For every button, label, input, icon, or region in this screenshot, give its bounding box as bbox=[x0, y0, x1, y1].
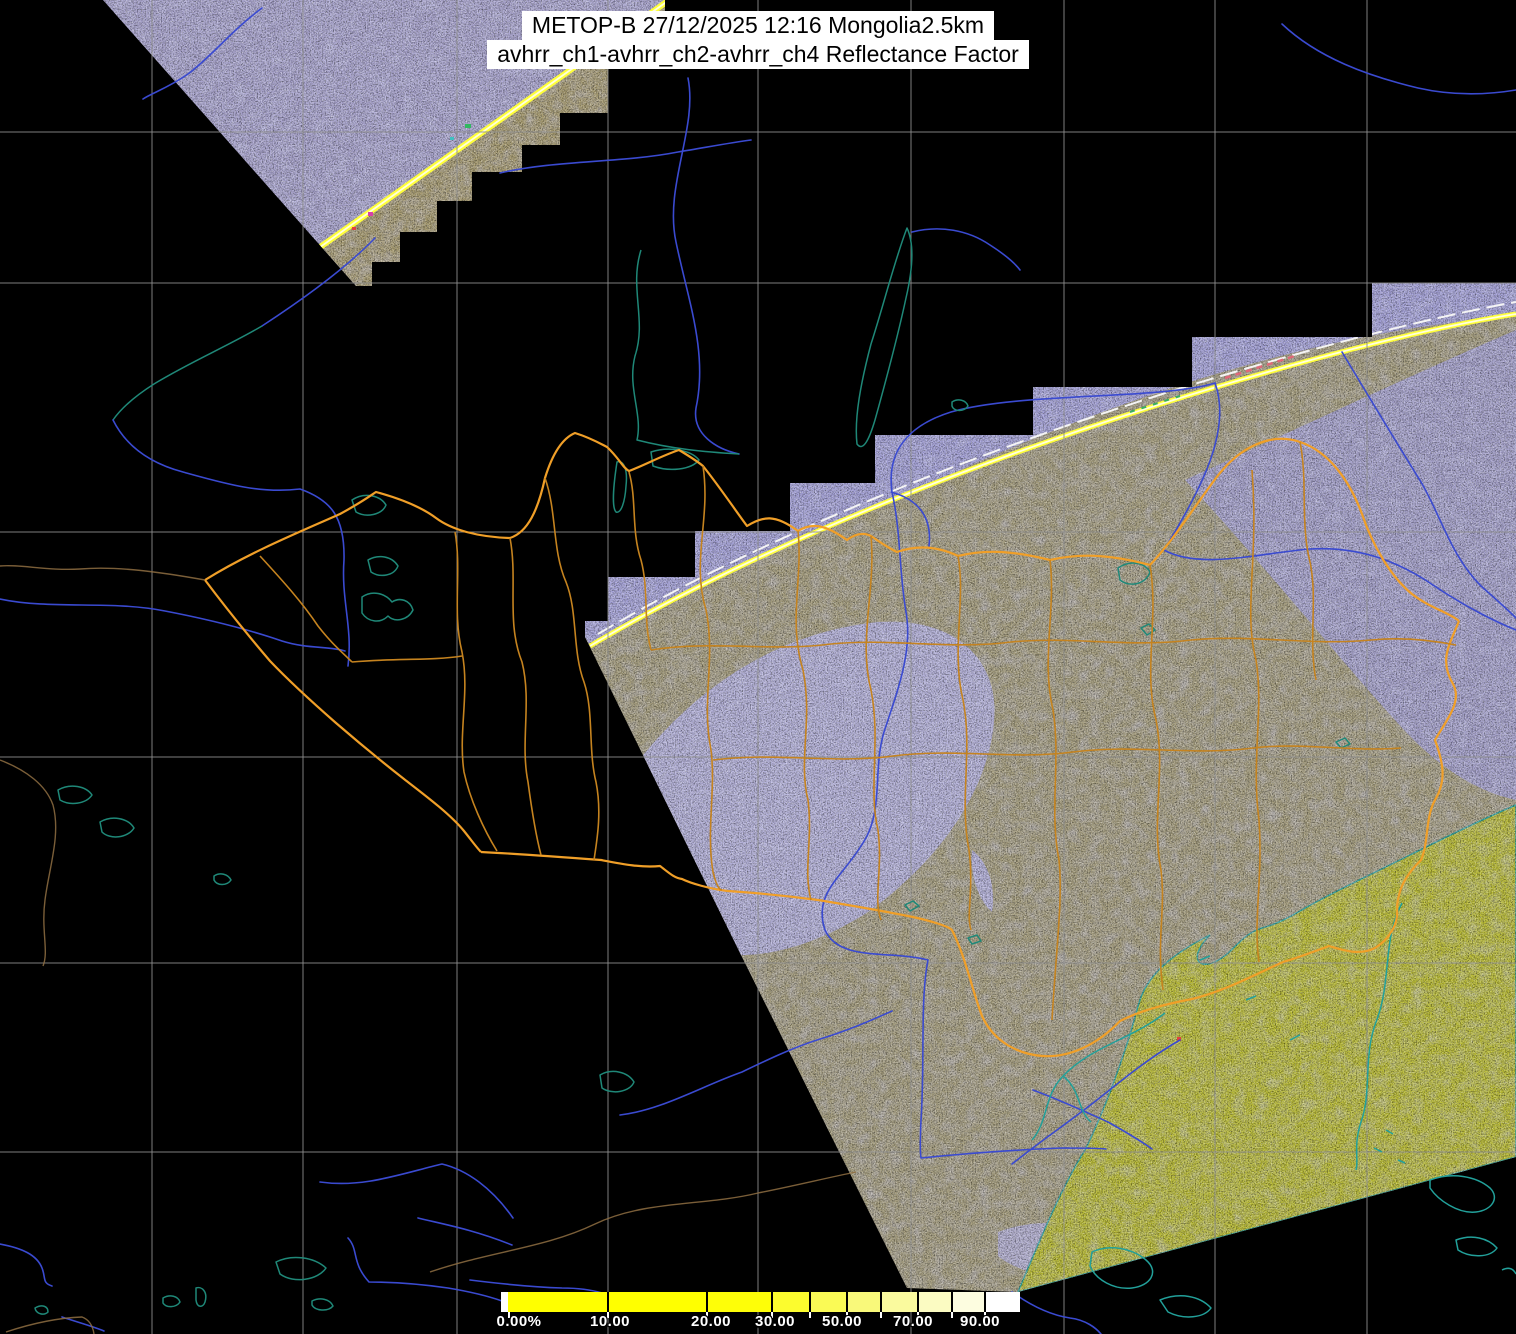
terminator-speck bbox=[368, 212, 373, 216]
terminator-speck bbox=[450, 137, 454, 140]
satellite-quicklook-viewport: METOP-B 27/12/2025 12:16 Mongolia2.5km a… bbox=[0, 0, 1516, 1334]
terminator-speck bbox=[465, 124, 471, 128]
map-canvas bbox=[0, 0, 1516, 1334]
terminator-speck bbox=[352, 227, 356, 230]
